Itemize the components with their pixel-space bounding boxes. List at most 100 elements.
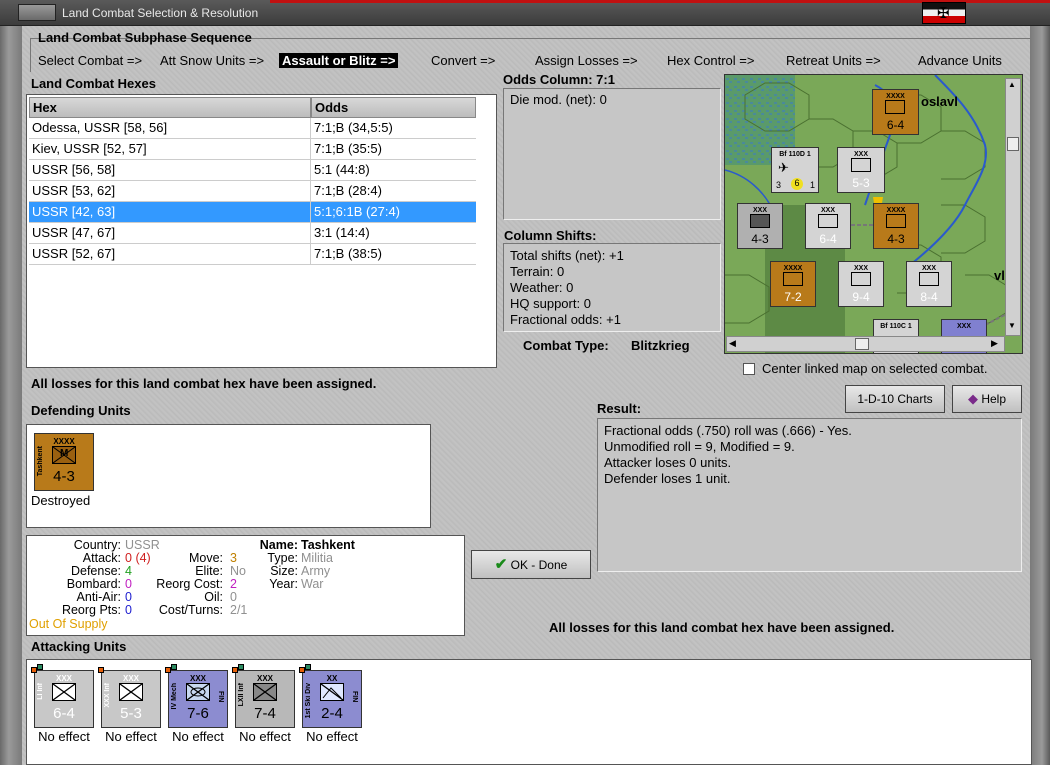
infantry-symbol-icon — [919, 272, 939, 286]
combat-type-value: Blitzkrieg — [631, 338, 690, 353]
system-menu-button[interactable] — [18, 4, 56, 21]
result-line: Unmodified roll = 9, Modified = 9. — [604, 439, 795, 454]
armor-symbol-icon — [885, 100, 905, 114]
map-vertical-scrollbar[interactable]: ▲ ▼ — [1005, 78, 1021, 336]
map-city-label: oslavl — [921, 94, 958, 109]
militia-symbol-icon — [750, 214, 770, 228]
seq-step-advance: Advance Units — [918, 53, 1002, 68]
result-panel: Fractional odds (.750) roll was (.666) -… — [597, 418, 1022, 572]
column-header-hex[interactable]: Hex — [29, 97, 311, 118]
attacking-units-box: XXX LI Inf 6-4 No effect XXX XXX Inf 5-3… — [26, 659, 1032, 765]
seq-step-hex-control: Hex Control => — [667, 53, 755, 68]
attacker-status: No effect — [172, 729, 224, 744]
attack-value: 0 (4) — [125, 551, 151, 565]
aircraft-icon: ✈ — [778, 160, 789, 175]
linked-map[interactable]: oslavl vl XXXX 6-4 Bf 110D 1 ✈ 3 6 1 XXX… — [724, 74, 1023, 354]
map-unit-counter[interactable]: XXX 6-4 — [805, 203, 851, 249]
center-map-checkbox[interactable] — [743, 363, 755, 375]
center-map-label: Center linked map on selected combat. — [762, 361, 988, 376]
help-button[interactable]: ◆ Help — [952, 385, 1022, 413]
result-title: Result: — [597, 401, 642, 416]
table-row[interactable]: USSR [53, 62] 7:1;B (28:4) — [29, 181, 503, 202]
hexes-title: Land Combat Hexes — [31, 76, 156, 91]
die-mod: Die mod. (net): 0 — [510, 92, 607, 107]
attacker-status: No effect — [105, 729, 157, 744]
scroll-down-icon[interactable]: ▼ — [1008, 321, 1016, 330]
militia-symbol-icon — [886, 214, 906, 228]
infantry-symbol-icon — [851, 158, 871, 172]
defender-status: Destroyed — [31, 493, 91, 508]
infantry-symbol-icon — [119, 683, 143, 701]
frame-right — [1030, 26, 1050, 765]
attacker-status: No effect — [306, 729, 358, 744]
table-row[interactable]: USSR [52, 67] 7:1;B (38:5) — [29, 244, 503, 265]
odds-column-title: Odds Column: 7:1 — [503, 72, 615, 87]
scroll-up-icon[interactable]: ▲ — [1008, 80, 1016, 89]
result-line: Defender loses 1 unit. — [604, 471, 731, 486]
map-unit-counter[interactable]: XXX 9-4 — [838, 261, 884, 307]
map-unit-counter[interactable]: XXXX 7-2 — [770, 261, 816, 307]
scroll-thumb[interactable] — [855, 338, 869, 350]
militia-symbol-icon: M — [52, 446, 76, 464]
column-shifts-title: Column Shifts: — [504, 228, 597, 243]
sequence-title: Land Combat Subphase Sequence — [38, 30, 252, 45]
scroll-thumb[interactable] — [1007, 137, 1019, 151]
result-line: Fractional odds (.750) roll was (.666) -… — [604, 423, 852, 438]
defending-units-box: XXXX Tashkent M 4-3 Destroyed — [26, 424, 431, 528]
mech-symbol-icon — [186, 683, 210, 701]
combat-hexes-table: Hex Odds Odessa, USSR [58, 56] 7:1;B (34,… — [26, 94, 497, 368]
defender-counter[interactable]: XXXX Tashkent M 4-3 — [34, 433, 94, 491]
map-air-unit-counter[interactable]: Bf 110D 1 ✈ 3 6 1 — [771, 147, 819, 193]
defending-title: Defending Units — [31, 403, 131, 418]
attacker-status: No effect — [239, 729, 291, 744]
unit-info-panel: Country: USSR Attack: 0 (4) Defense: 4 B… — [26, 535, 465, 636]
table-row[interactable]: Odessa, USSR [58, 56] 7:1;B (34,5:5) — [29, 118, 503, 139]
infantry-symbol-icon — [851, 272, 871, 286]
attacker-counter[interactable]: XXX XXX Inf 5-3 — [98, 667, 161, 728]
seq-step-select-combat: Select Combat => — [38, 53, 143, 68]
infantry-symbol-icon — [253, 683, 277, 701]
checkmark-icon: ✔ — [494, 556, 508, 573]
ok-done-button[interactable]: ✔ OK - Done — [471, 550, 591, 579]
land-combat-window: Land Combat Selection & Resolution ✠ Lan… — [0, 0, 1050, 765]
table-header: Hex Odds — [29, 97, 503, 118]
attacker-counter[interactable]: XXX IV Mech FIN 7-6 — [165, 664, 228, 728]
ski-symbol-icon — [320, 683, 344, 701]
hex-losses-note: All losses for this land combat hex have… — [31, 376, 377, 391]
table-row[interactable]: Kiev, USSR [52, 57] 7:1;B (35:5) — [29, 139, 503, 160]
attacker-counter[interactable]: XXX LXII Inf 7-4 — [232, 664, 295, 728]
column-header-odds[interactable]: Odds — [311, 97, 476, 118]
result-losses-note: All losses for this land combat hex have… — [549, 620, 895, 635]
seq-step-att-snow: Att Snow Units => — [160, 53, 265, 68]
scroll-left-icon[interactable]: ◀ — [729, 338, 736, 349]
attacking-title: Attacking Units — [31, 639, 127, 654]
seq-step-retreat: Retreat Units => — [786, 53, 881, 68]
supply-status: Out Of Supply — [29, 617, 108, 631]
map-unit-counter[interactable]: XXX 4-3 — [737, 203, 783, 249]
scroll-right-icon[interactable]: ▶ — [991, 338, 998, 349]
column-shifts-panel: Total shifts (net): +1 Terrain: 0 Weathe… — [503, 243, 721, 332]
infantry-symbol-icon — [818, 214, 838, 228]
table-row-selected[interactable]: USSR [42, 63] 5:1;6:1B (27:4) — [29, 202, 503, 223]
infantry-symbol-icon — [52, 683, 76, 701]
combat-type-label: Combat Type: — [523, 338, 609, 353]
seq-step-assign-losses: Assign Losses => — [535, 53, 638, 68]
map-unit-counter[interactable]: XXX 5-3 — [837, 147, 885, 193]
germany-flag-icon: ✠ — [922, 2, 966, 24]
window-title: Land Combat Selection & Resolution — [62, 6, 259, 20]
charts-button[interactable]: 1-D-10 Charts — [845, 385, 945, 413]
title-bar: Land Combat Selection & Resolution ✠ — [0, 0, 1050, 26]
attacker-status: No effect — [38, 729, 90, 744]
attacker-counter[interactable]: XXX LI Inf 6-4 — [31, 664, 94, 728]
attacker-counter[interactable]: XX 1st Ski Div FIN 2-4 — [299, 664, 362, 728]
map-unit-counter[interactable]: XXX 8-4 — [906, 261, 952, 307]
table-row[interactable]: USSR [56, 58] 5:1 (44:8) — [29, 160, 503, 181]
map-unit-counter[interactable]: XXXX 6-4 — [872, 89, 919, 135]
shift-fractional: Fractional odds: +1 — [510, 312, 621, 327]
map-horizontal-scrollbar[interactable]: ◀ ▶ — [726, 336, 1005, 352]
map-unit-counter[interactable]: XXXX 4-3 — [873, 203, 919, 249]
seq-step-convert: Convert => — [431, 53, 496, 68]
map-partial-label: vl — [994, 268, 1005, 283]
result-line: Attacker loses 0 units. — [604, 455, 732, 470]
table-row[interactable]: USSR [47, 67] 3:1 (14:4) — [29, 223, 503, 244]
